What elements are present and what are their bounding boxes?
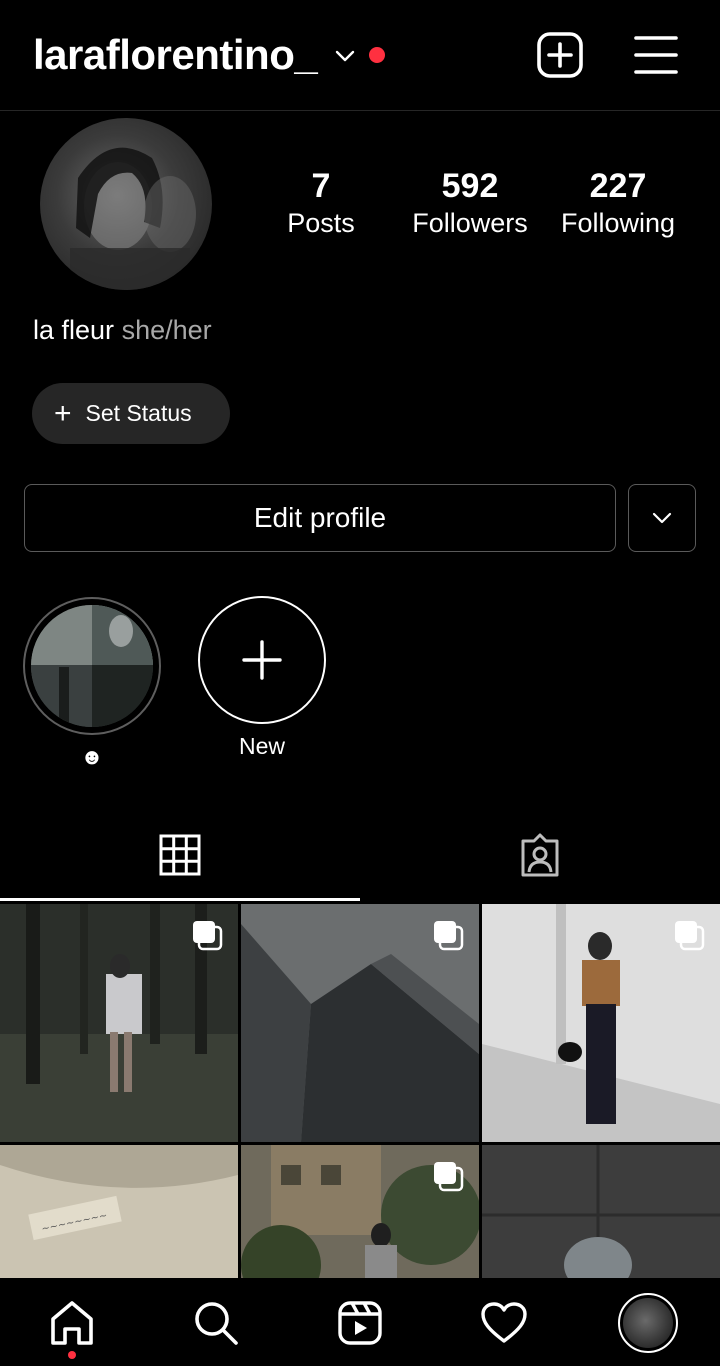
search-icon [195,1302,238,1345]
profile-avatar[interactable] [40,118,212,290]
notification-dot [369,47,385,63]
bio: la fleur she/her [33,313,212,347]
suggestions-dropdown-button[interactable] [628,484,696,552]
post-thumbnail[interactable]: ~~~~~~~~ [0,1145,238,1278]
chevron-down-icon[interactable] [333,44,357,68]
username-switcher[interactable]: larafl​orentino_ [33,30,318,80]
set-status-button[interactable]: + Set Status [32,383,230,444]
post-thumbnail[interactable] [482,1145,720,1278]
post-thumbnail[interactable] [0,904,238,1142]
nav-activity[interactable] [432,1280,576,1366]
new-highlight-button[interactable] [198,596,326,724]
tab-tagged[interactable] [360,810,720,900]
followers-count: 592 [441,167,499,205]
avatar-photo [70,147,196,290]
posts-stat[interactable]: 7 Posts [270,166,372,240]
nav-profile[interactable] [576,1280,720,1366]
nav-reels[interactable] [288,1280,432,1366]
tagged-icon [521,833,559,877]
tab-posts-grid[interactable] [0,810,360,900]
plus-icon [242,640,282,680]
post-thumbnail[interactable] [241,1145,479,1278]
following-stat[interactable]: 227 Following [552,166,684,240]
followers-label: Followers [412,208,528,238]
post-thumbnail[interactable] [241,904,479,1142]
multiple-posts-icon [675,921,705,951]
multiple-posts-icon [193,921,223,951]
posts-grid: ~~~~~~~~ [0,904,720,1278]
grid-icon [159,834,201,876]
posts-count: 7 [311,167,331,205]
following-count: 227 [589,167,647,205]
highlight-thumbnail[interactable] [31,605,153,727]
profile-avatar-small [618,1293,678,1353]
new-highlight-label: New [238,733,285,759]
followers-stat[interactable]: 592 Followers [404,166,536,240]
highlight-photo [31,605,153,727]
bio-pronouns: she/her [121,315,212,345]
heart-icon [481,1302,527,1343]
post-photo [482,1145,720,1278]
following-label: Following [560,208,676,238]
edit-profile-button[interactable]: Edit profile [24,484,616,552]
plus-icon: + [54,396,72,430]
home-icon [51,1301,93,1345]
post-thumbnail[interactable] [482,904,720,1142]
post-photo: ~~~~~~~~ [0,1145,238,1278]
highlight-label: ☻ [80,744,104,769]
multiple-posts-icon [434,921,464,951]
posts-label: Posts [287,208,355,238]
menu-icon[interactable] [633,33,679,77]
new-post-icon[interactable] [536,31,584,79]
bottom-navigation [0,1280,720,1366]
reels-icon [338,1301,382,1345]
nav-search[interactable] [144,1280,288,1366]
home-notification-dot [68,1351,76,1359]
chevron-down-icon [652,512,672,524]
bio-name: la fleur [33,315,115,345]
multiple-posts-icon [434,1162,464,1192]
set-status-label: Set Status [85,400,192,426]
header-bar: larafl​orentino_ [0,0,720,111]
active-tab-indicator [0,898,360,901]
